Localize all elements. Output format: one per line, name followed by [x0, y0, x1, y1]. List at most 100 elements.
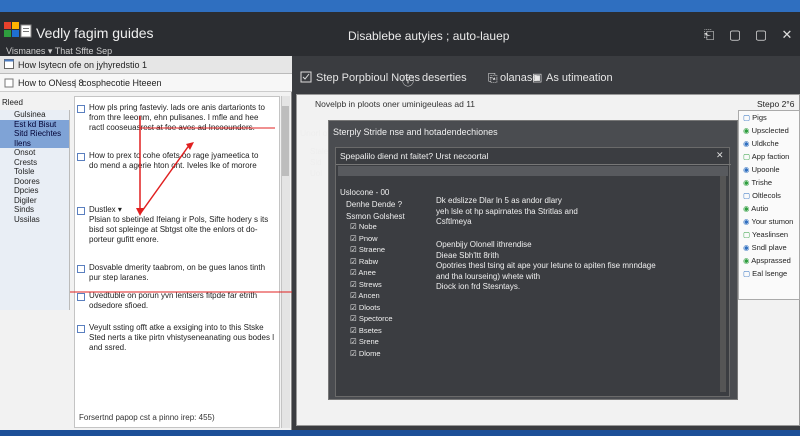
scrollbar-thumb[interactable] [282, 106, 289, 176]
property-icon: ▢ [743, 113, 753, 122]
option-label: Spectorce [358, 314, 393, 323]
settings-panel-header: Novelpb in ploots oner uminigeuleas ad 1… [315, 99, 476, 109]
option-label: Bsetes [358, 325, 382, 335]
options-subheader2: Ssmon Golshest [346, 212, 405, 221]
property-icon: ◉ [743, 139, 752, 148]
property-item[interactable]: ◉ Upsclected [739, 124, 799, 137]
options-subheader: Denhe Dende ? [346, 200, 403, 209]
tree-item[interactable]: Gulsinea [0, 110, 69, 120]
tree-item[interactable]: Ussilas [0, 215, 69, 225]
option-checkbox-icon[interactable]: ☑ [350, 234, 359, 243]
property-item[interactable]: ◉ Uldkche [739, 137, 799, 150]
tree-item[interactable]: Sitd Riechtes [0, 129, 69, 139]
option-checkbox-icon[interactable]: ☑ [350, 280, 359, 289]
tree-item[interactable]: Sinds [0, 205, 69, 215]
option-item[interactable]: ☑ Pnow [350, 234, 450, 246]
property-item[interactable]: ▢ App faction [739, 150, 799, 163]
tree-item[interactable]: Doores [0, 177, 69, 187]
info-icon: ⓘ [402, 74, 415, 88]
option-item[interactable]: ☑ Dlome [350, 349, 450, 361]
tab-description[interactable]: cosphecotie Hteeen [82, 78, 162, 88]
tree-item[interactable]: Dpcies [0, 186, 69, 196]
tree-item[interactable]: Onsot [0, 148, 69, 158]
option-checkbox-icon[interactable]: ☑ [350, 349, 359, 358]
doc-tab-icon [4, 78, 14, 88]
property-item[interactable]: ▢ Yeaslinsen [739, 228, 799, 241]
property-label: App faction [751, 152, 790, 161]
side-label-stale: Stale [310, 147, 329, 156]
property-label: Your stumon [751, 217, 794, 226]
property-item[interactable]: ◉ Apsprassed [739, 254, 799, 267]
checkbox[interactable] [77, 325, 85, 333]
property-item[interactable]: ◉ Trishe [739, 176, 799, 189]
option-item[interactable]: ☑ Ancen [350, 291, 450, 303]
restore-icon[interactable]: ⎗ [700, 26, 718, 44]
document-area[interactable]: How pls pring fasteviy. lads ore anis da… [74, 96, 280, 428]
option-checkbox-icon[interactable]: ☑ [350, 257, 359, 266]
divider [336, 164, 731, 165]
property-item[interactable]: ▢ Oltlecols [739, 189, 799, 202]
checkbox[interactable] [77, 207, 85, 215]
option-item[interactable]: ☑ Strews [350, 280, 450, 292]
checkbox[interactable] [77, 153, 85, 161]
checkbox[interactable] [77, 293, 85, 301]
option-item[interactable]: ☑ Srene [350, 337, 450, 349]
left-panel-header: How lsytecn ofe on jyhyredstio 1 [0, 56, 292, 74]
tree-item[interactable]: Tolsle [0, 167, 69, 177]
option-item[interactable]: ☑ Dloots [350, 303, 450, 315]
property-icon: ▢ [743, 191, 753, 200]
property-item[interactable]: ◉ Autio [739, 202, 799, 215]
tree-item[interactable]: Digiler [0, 196, 69, 206]
left-panel: How lsytecn ofe on jyhyredstio 1 How to … [0, 56, 292, 436]
property-label: Apsprassed [751, 256, 791, 265]
right-property-list[interactable]: ▢ Pigs ◉ Upsclected ◉ Uldkche ▢ App faction… [738, 110, 800, 300]
checkbox[interactable] [77, 265, 85, 273]
window-title: Disablebe autyies ; auto-lauep [348, 29, 510, 43]
property-item[interactable]: ◉ Upoonle [739, 163, 799, 176]
app-title: Vedly fagim guides [36, 25, 154, 41]
window-icon [4, 59, 14, 69]
option-checkbox-icon[interactable]: ☑ [350, 337, 359, 346]
left-panel-subheader: How to ONess 8 cosphecotie Hteeen | [0, 74, 292, 92]
option-checkbox-icon[interactable]: ☑ [350, 326, 359, 335]
paragraph-text: Dosvable dmerity taabrom, on be gues lan… [89, 263, 266, 282]
paragraph-text: How pls pring fasteviy. lads ore anis da… [89, 103, 265, 132]
option-label: Srene [358, 337, 379, 346]
property-item[interactable]: ▢ Pigs [739, 111, 799, 124]
step-tab-descriptions[interactable]: deserties [422, 72, 467, 84]
option-item[interactable]: ☑ Bsetes [350, 326, 450, 338]
minimize-button[interactable]: ▢ [726, 26, 744, 44]
tab-divider: | [74, 78, 77, 88]
option-item[interactable]: ☑ Straene [350, 245, 450, 257]
option-checkbox-icon[interactable]: ☑ [350, 303, 359, 312]
tree-item[interactable]: Est kd Bisut [0, 119, 69, 129]
option-checkbox-icon[interactable]: ☑ [350, 314, 359, 323]
tree-item[interactable]: Ilens [0, 138, 69, 148]
close-button[interactable]: ✕ [778, 26, 796, 44]
tree-item[interactable]: Crests [0, 158, 69, 168]
option-label: Pnow [358, 233, 378, 243]
option-checkbox-icon[interactable]: ☑ [350, 222, 359, 231]
tree-view[interactable]: Gulsinea Est kd Bisut Sitd Riechtes Ilens On… [0, 110, 70, 310]
option-item[interactable]: ☑ Anee [350, 268, 450, 280]
property-item[interactable]: ◉ Your stumon [739, 215, 799, 228]
bottom-bar [0, 430, 800, 436]
inner-close-icon[interactable]: ✕ [716, 150, 724, 161]
options-header: Uslocone - 00 [340, 188, 390, 197]
description-2: Openbijy Olonell ithrendise Dieae Sbh'lt… [436, 240, 656, 291]
option-label: Rabw [358, 256, 378, 266]
top-strip [0, 0, 800, 12]
property-item[interactable]: ◉ Sndl plave [739, 241, 799, 254]
option-item[interactable]: ☑ Rabw [350, 257, 450, 269]
property-item[interactable]: ▢ Eal lsenge [739, 267, 799, 280]
dark-title-left: Unorl ot [300, 128, 330, 138]
property-label: Pigs [752, 113, 767, 122]
option-item[interactable]: ☑ Spectorce [350, 314, 450, 326]
step-icon [300, 71, 312, 83]
checkbox[interactable] [77, 105, 85, 113]
step-tab-automation[interactable]: As utimeation [546, 72, 613, 84]
option-checkbox-icon[interactable]: ☑ [350, 245, 359, 254]
maximize-button[interactable]: ▢ [752, 26, 770, 44]
option-item[interactable]: ☑ Nobe [350, 222, 450, 234]
dialog-scrollbar[interactable] [720, 176, 726, 392]
